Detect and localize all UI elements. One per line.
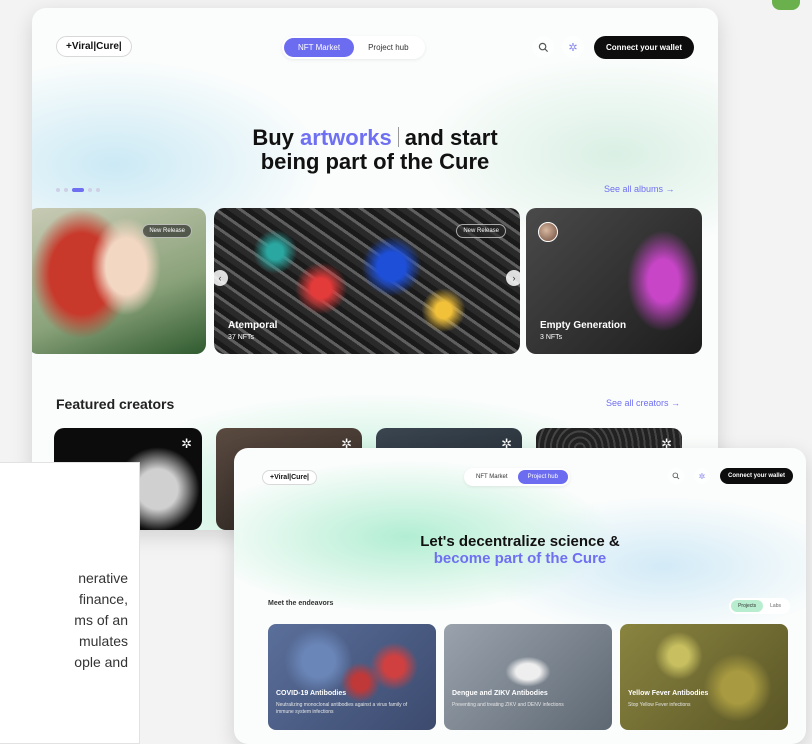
hero-line-1: Buy artworks and start <box>32 125 718 150</box>
carousel-dot[interactable] <box>96 188 100 192</box>
logo[interactable]: +Viral|Cure| <box>56 36 132 57</box>
gear-icon[interactable]: ✲ <box>562 36 584 58</box>
endeavor-description: Stop Yellow Fever infections <box>628 702 691 708</box>
hero-line-1: Let's decentralize science & <box>420 533 620 550</box>
see-all-creators-link[interactable]: See all creators → <box>606 398 680 408</box>
gear-icon[interactable]: ✲ <box>694 468 710 484</box>
description-line: ople and <box>74 654 128 670</box>
album-card[interactable]: New Release <box>32 208 206 354</box>
endeavor-title: Yellow Fever Antibodies <box>628 690 709 697</box>
description-line: ms of an <box>74 612 128 628</box>
description-line: finance, <box>78 591 128 607</box>
album-card[interactable]: New Release ‹ › Atemporal 37 NFTs <box>214 208 520 354</box>
tab-nft-market[interactable]: NFT Market <box>284 38 355 57</box>
star-icon: ✲ <box>181 436 192 451</box>
toggle-projects[interactable]: Projects <box>731 600 764 612</box>
search-icon[interactable] <box>532 36 554 58</box>
main-tabs: NFT Market Project hub <box>282 36 425 59</box>
new-release-badge: New Release <box>456 224 506 238</box>
carousel-dot[interactable] <box>72 188 84 192</box>
carousel-dot[interactable] <box>88 188 92 192</box>
connect-wallet-button[interactable]: Connect your wallet <box>720 468 794 484</box>
endeavor-description: Neutralizing monoclonal antibodies again… <box>276 702 408 715</box>
endeavor-card[interactable]: COVID-19 Antibodies Neutralizing monoclo… <box>268 624 436 730</box>
endeavor-card[interactable]: Dengue and ZIKV Antibodies Preventing an… <box>444 624 612 730</box>
endeavors-title: Meet the endeavors <box>268 600 334 607</box>
secondary-tabs: NFT Market Project hub <box>464 468 570 486</box>
carousel-dots[interactable] <box>56 188 100 192</box>
album-count: 37 NFTs <box>228 334 255 341</box>
hero-text: and start <box>404 125 498 150</box>
description-line: mulates <box>78 633 128 649</box>
endeavor-title: Dengue and ZIKV Antibodies <box>452 690 548 697</box>
hero-line-2: become part of the Cure <box>433 549 607 567</box>
logo[interactable]: +Viral|Cure| <box>262 470 318 485</box>
search-icon[interactable] <box>668 468 684 484</box>
carousel-dot[interactable] <box>64 188 68 192</box>
carousel-dot[interactable] <box>56 188 60 192</box>
tab-project-hub[interactable]: Project hub <box>354 38 422 57</box>
featured-creators-title: Featured creators <box>56 396 175 412</box>
avatar <box>538 222 558 242</box>
description-line: nerative <box>78 570 128 586</box>
album-title: Atemporal <box>228 320 278 331</box>
album-card[interactable]: Empty Generation 3 NFTs <box>526 208 702 354</box>
toggle-labs[interactable]: Labs <box>763 600 788 612</box>
hero-headline: Let's decentralize science & become part… <box>234 533 806 567</box>
tab-project-hub[interactable]: Project hub <box>517 470 568 484</box>
arrow-left-icon[interactable]: ‹ <box>214 270 228 286</box>
endeavor-description: Preventing and treating ZIKV and DENV in… <box>452 702 564 708</box>
hero-accent: artworks <box>300 125 392 150</box>
tab-nft-market[interactable]: NFT Market <box>466 470 518 484</box>
text-caret <box>397 127 399 147</box>
album-title: Empty Generation <box>540 320 627 331</box>
project-hub-screen: +Viral|Cure| NFT Market Project hub ✲ Co… <box>234 448 806 744</box>
album-count: 3 NFTs <box>540 334 563 341</box>
corner-badge <box>772 0 800 10</box>
description-text: nerative finance, ms of an mulates ople … <box>0 568 140 673</box>
see-all-albums-link[interactable]: See all albums → <box>604 184 675 194</box>
hero-line-2: being part of the Cure <box>260 149 490 175</box>
connect-wallet-button[interactable]: Connect your wallet <box>594 36 695 59</box>
new-release-badge: New Release <box>142 224 192 238</box>
projects-labs-toggle: Projects Labs <box>729 598 790 614</box>
arrow-right-icon[interactable]: › <box>506 270 520 286</box>
hero-text: Buy <box>252 125 301 150</box>
endeavor-title: COVID-19 Antibodies <box>276 690 347 697</box>
endeavor-card[interactable]: Yellow Fever Antibodies Stop Yellow Feve… <box>620 624 788 730</box>
hero-headline: Buy artworks and start being part of the … <box>32 125 718 175</box>
